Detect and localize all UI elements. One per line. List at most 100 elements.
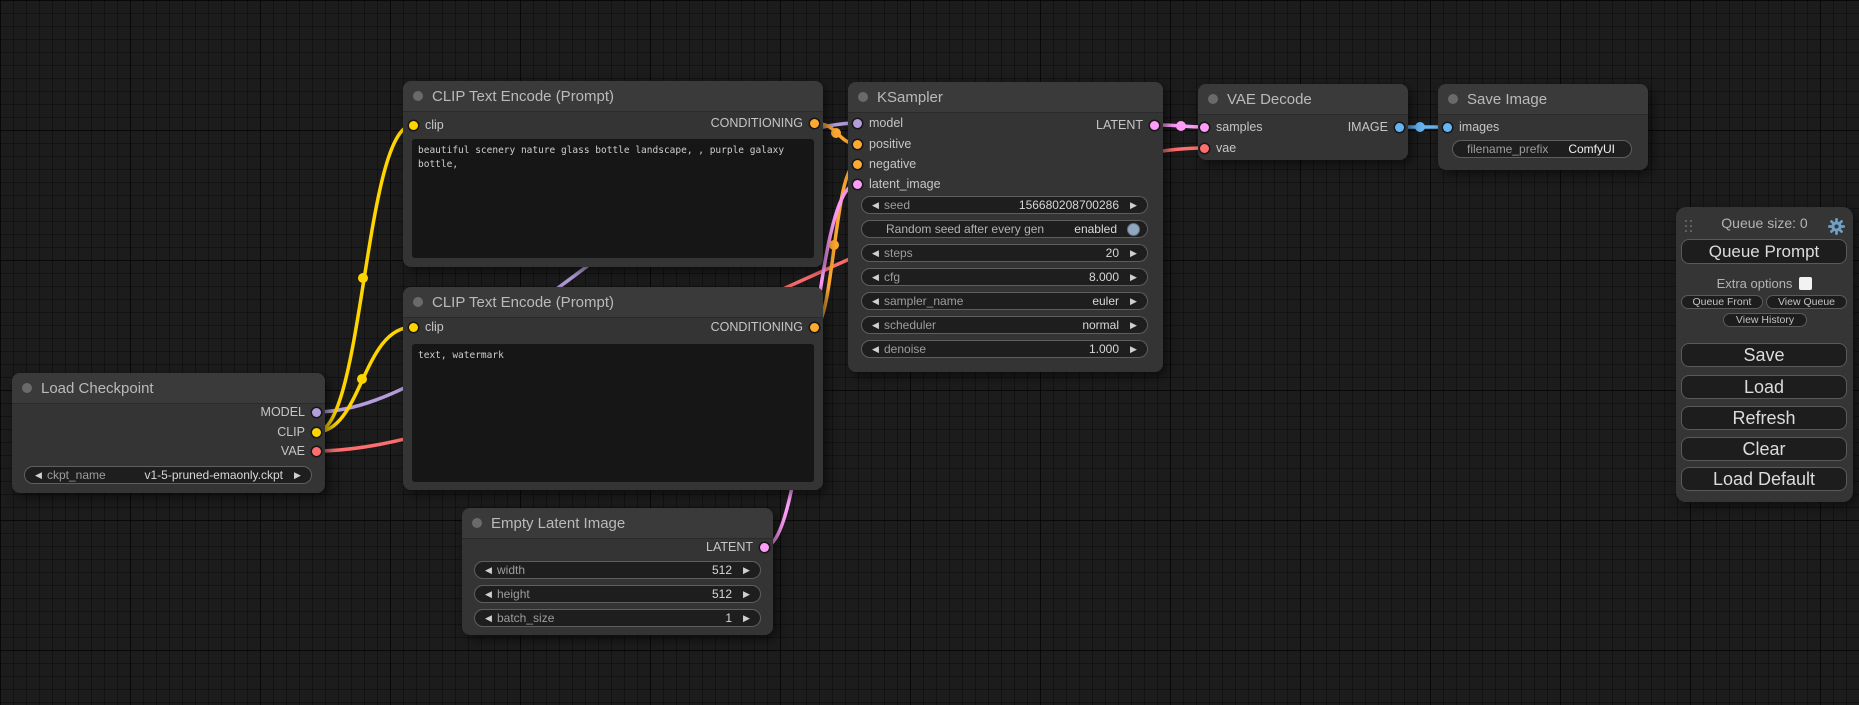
negative-input-dot[interactable] [853,160,862,169]
model-output-dot[interactable] [312,408,321,417]
positive-prompt-textarea[interactable]: beautiful scenery nature glass bottle la… [412,139,814,258]
input-slot-model[interactable]: model [853,114,903,132]
clip-text-encode-positive-node[interactable]: CLIP Text Encode (Prompt) clip CONDITION… [403,81,823,267]
collapse-dot-icon[interactable] [472,518,482,528]
prev-arrow-icon[interactable]: ◀ [869,320,882,331]
decrement-arrow-icon[interactable]: ◀ [869,344,882,355]
collapse-dot-icon[interactable] [22,383,32,393]
ckpt-name-widget[interactable]: ◀ ckpt_name v1-5-pruned-emaonly.ckpt ▶ [24,466,312,484]
collapse-dot-icon[interactable] [858,92,868,102]
collapse-dot-icon[interactable] [1448,94,1458,104]
increment-arrow-icon[interactable]: ▶ [1127,200,1140,211]
load-default-button[interactable]: Load Default [1681,467,1847,491]
node-title-bar[interactable]: Save Image [1438,84,1648,115]
output-slot-clip[interactable]: CLIP [277,423,321,441]
steps-widget[interactable]: ◀ steps 20 ▶ [861,244,1148,262]
increment-arrow-icon[interactable]: ▶ [1127,344,1140,355]
model-input-dot[interactable] [853,119,862,128]
decrement-arrow-icon[interactable]: ◀ [482,565,495,576]
samples-input-dot[interactable] [1200,123,1209,132]
scheduler-widget[interactable]: ◀ scheduler normal ▶ [861,316,1148,334]
prev-arrow-icon[interactable]: ◀ [32,470,45,481]
output-slot-latent[interactable]: LATENT [1096,116,1159,134]
refresh-button[interactable]: Refresh [1681,406,1847,430]
input-slot-latent-image[interactable]: latent_image [853,175,941,193]
next-arrow-icon[interactable]: ▶ [1127,320,1140,331]
vae-output-dot[interactable] [312,447,321,456]
batch-size-widget[interactable]: ◀ batch_size 1 ▶ [474,609,761,627]
toggle-icon[interactable] [1127,223,1140,236]
extra-options-checkbox[interactable] [1799,277,1812,290]
increment-arrow-icon[interactable]: ▶ [1127,248,1140,259]
width-widget[interactable]: ◀ width 512 ▶ [474,561,761,579]
save-image-node[interactable]: Save Image images filename_prefix ComfyU… [1438,84,1648,170]
conditioning-output-dot[interactable] [810,119,819,128]
latent-output-dot[interactable] [760,543,769,552]
input-slot-vae[interactable]: vae [1200,139,1236,157]
output-slot-vae[interactable]: VAE [281,442,321,460]
prev-arrow-icon[interactable]: ◀ [869,296,882,307]
clip-input-dot[interactable] [409,121,418,130]
node-title-bar[interactable]: CLIP Text Encode (Prompt) [403,287,823,318]
input-slot-clip[interactable]: clip [409,318,444,336]
view-queue-button[interactable]: View Queue [1766,295,1847,309]
negative-prompt-textarea[interactable]: text, watermark [412,344,814,482]
input-slot-images[interactable]: images [1443,118,1499,136]
clip-input-dot[interactable] [409,323,418,332]
image-output-dot[interactable] [1395,123,1404,132]
view-history-button[interactable]: View History [1723,313,1807,327]
input-slot-clip[interactable]: clip [409,116,444,134]
collapse-dot-icon[interactable] [413,297,423,307]
vae-input-dot[interactable] [1200,144,1209,153]
clip-output-dot[interactable] [312,428,321,437]
sampler-name-widget[interactable]: ◀ sampler_name euler ▶ [861,292,1148,310]
graph-canvas[interactable]: Load Checkpoint MODEL CLIP VAE ◀ ckpt_na… [0,0,1859,705]
output-slot-model[interactable]: MODEL [261,403,321,421]
input-slot-negative[interactable]: negative [853,155,916,173]
next-arrow-icon[interactable]: ▶ [291,470,304,481]
latent-input-dot[interactable] [853,180,862,189]
output-slot-latent[interactable]: LATENT [706,538,769,556]
decrement-arrow-icon[interactable]: ◀ [482,613,495,624]
node-title-bar[interactable]: KSampler [848,82,1163,113]
decrement-arrow-icon[interactable]: ◀ [869,200,882,211]
vae-decode-node[interactable]: VAE Decode samples vae IMAGE [1198,84,1408,160]
clear-button[interactable]: Clear [1681,437,1847,461]
increment-arrow-icon[interactable]: ▶ [740,613,753,624]
cfg-widget[interactable]: ◀ cfg 8.000 ▶ [861,268,1148,286]
collapse-dot-icon[interactable] [1208,94,1218,104]
filename-prefix-widget[interactable]: filename_prefix ComfyUI [1452,140,1632,158]
output-slot-conditioning[interactable]: CONDITIONING [711,114,819,132]
node-title-bar[interactable]: Load Checkpoint [12,373,325,404]
increment-arrow-icon[interactable]: ▶ [1127,272,1140,283]
decrement-arrow-icon[interactable]: ◀ [869,272,882,283]
output-slot-conditioning[interactable]: CONDITIONING [711,318,819,336]
queue-front-button[interactable]: Queue Front [1681,295,1763,309]
queue-prompt-button[interactable]: Queue Prompt [1681,239,1847,264]
decrement-arrow-icon[interactable]: ◀ [482,589,495,600]
clip-text-encode-negative-node[interactable]: CLIP Text Encode (Prompt) clip CONDITION… [403,287,823,490]
height-widget[interactable]: ◀ height 512 ▶ [474,585,761,603]
images-input-dot[interactable] [1443,123,1452,132]
empty-latent-image-node[interactable]: Empty Latent Image LATENT ◀ width 512 ▶ … [462,508,773,635]
decrement-arrow-icon[interactable]: ◀ [869,248,882,259]
load-checkpoint-node[interactable]: Load Checkpoint MODEL CLIP VAE ◀ ckpt_na… [12,373,325,493]
positive-input-dot[interactable] [853,140,862,149]
input-slot-samples[interactable]: samples [1200,118,1263,136]
node-title-bar[interactable]: CLIP Text Encode (Prompt) [403,81,823,112]
save-button[interactable]: Save [1681,343,1847,367]
input-slot-positive[interactable]: positive [853,135,911,153]
settings-gear-icon[interactable] [1828,218,1845,240]
random-seed-widget[interactable]: Random seed after every gen enabled [861,220,1148,238]
increment-arrow-icon[interactable]: ▶ [740,565,753,576]
node-title-bar[interactable]: VAE Decode [1198,84,1408,115]
denoise-widget[interactable]: ◀ denoise 1.000 ▶ [861,340,1148,358]
load-button[interactable]: Load [1681,375,1847,399]
output-slot-image[interactable]: IMAGE [1348,118,1404,136]
conditioning-output-dot[interactable] [810,323,819,332]
node-title-bar[interactable]: Empty Latent Image [462,508,773,539]
ksampler-node[interactable]: KSampler model positive negative latent_… [848,82,1163,372]
increment-arrow-icon[interactable]: ▶ [740,589,753,600]
seed-widget[interactable]: ◀ seed 156680208700286 ▶ [861,196,1148,214]
collapse-dot-icon[interactable] [413,91,423,101]
